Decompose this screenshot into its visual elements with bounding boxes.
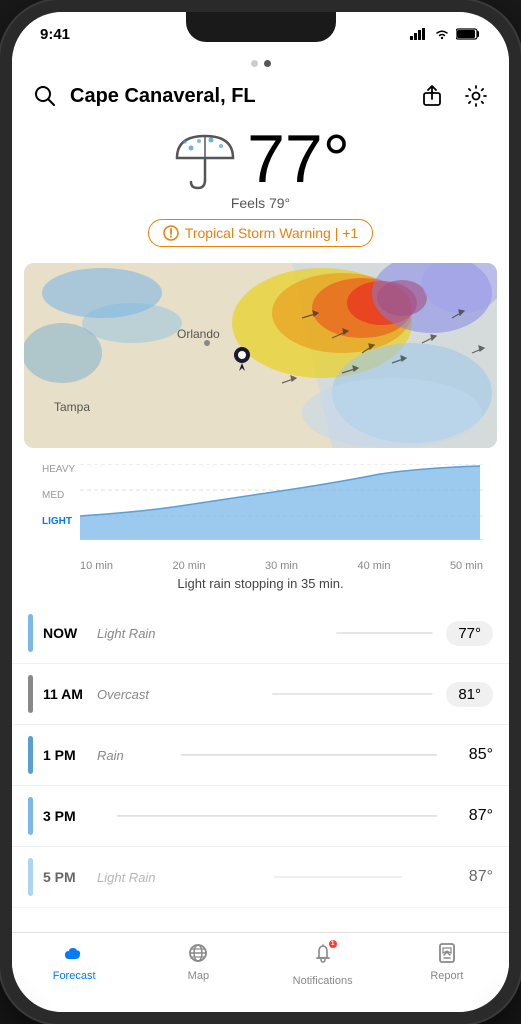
gear-icon xyxy=(464,84,488,108)
x-label-3: 40 min xyxy=(357,560,390,572)
hourly-temp-1: 81° xyxy=(446,682,493,707)
color-bar-2 xyxy=(28,736,33,774)
svg-text:Orlando: Orlando xyxy=(177,327,220,341)
list-item[interactable]: 1 PM Rain ———————————————— 85° xyxy=(12,725,509,786)
warning-icon xyxy=(163,225,179,241)
scroll-content[interactable]: Cape Canaveral, FL xyxy=(12,56,509,1012)
warning-badge[interactable]: Tropical Storm Warning | +1 xyxy=(148,219,373,247)
tab-label-report: Report xyxy=(430,970,463,982)
hourly-time-4: 5 PM xyxy=(43,869,87,885)
hourly-dash-0: —————— xyxy=(336,624,432,642)
list-item[interactable]: 11 AM Overcast —————————— 81° xyxy=(12,664,509,725)
list-item[interactable]: 3 PM ———————————————————— 87° xyxy=(12,786,509,847)
pagination-dots xyxy=(12,56,509,73)
dot-2 xyxy=(264,60,271,67)
notch xyxy=(186,12,336,42)
phone-screen: 9:41 xyxy=(12,12,509,1012)
header: Cape Canaveral, FL xyxy=(12,73,509,121)
phone-frame: 9:41 xyxy=(0,0,521,1024)
tab-label-forecast: Forecast xyxy=(53,970,96,982)
hourly-time-2: 1 PM xyxy=(43,747,87,763)
list-item[interactable]: 5 PM Light Rain ———————— 87° xyxy=(12,847,509,908)
dot-1 xyxy=(251,60,258,67)
search-icon xyxy=(34,85,56,107)
hourly-temp-3: 87° xyxy=(451,807,493,825)
temperature-display: 77° xyxy=(247,125,350,193)
hourly-condition-1: Overcast xyxy=(97,687,258,702)
header-right xyxy=(415,79,493,113)
share-button[interactable] xyxy=(415,79,449,113)
hourly-list: NOW Light Rain —————— 77° 11 AM Overcast… xyxy=(12,603,509,968)
tab-map[interactable]: Map xyxy=(136,941,260,982)
hourly-condition-0: Light Rain xyxy=(97,626,322,641)
hourly-temp-0: 77° xyxy=(446,621,493,646)
rain-chart-container: HEAVY MED LIGHT xyxy=(12,456,509,603)
hourly-dash-4: ———————— xyxy=(274,868,437,886)
color-bar-4 xyxy=(28,858,33,896)
list-item[interactable]: NOW Light Rain —————— 77° xyxy=(12,603,509,664)
hourly-temp-2: 85° xyxy=(451,746,493,764)
tab-bar: Forecast Map xyxy=(12,932,509,1012)
color-bar-3 xyxy=(28,797,33,835)
wifi-icon xyxy=(434,28,450,40)
chart-x-labels: 10 min 20 min 30 min 40 min 50 min xyxy=(28,556,493,572)
hourly-dash-1: —————————— xyxy=(272,685,432,703)
warning-text: Tropical Storm Warning | +1 xyxy=(185,225,358,241)
notification-badge: 1 xyxy=(328,939,338,949)
hourly-condition-4: Light Rain xyxy=(97,870,260,885)
x-label-0: 10 min xyxy=(80,560,113,572)
svg-text:Tampa: Tampa xyxy=(54,400,90,414)
color-bar-1 xyxy=(28,675,33,713)
map-icon xyxy=(185,941,211,967)
status-icons xyxy=(410,28,481,40)
status-time: 9:41 xyxy=(40,26,70,43)
hourly-temp-4: 87° xyxy=(451,868,493,886)
map-container[interactable]: Orlando Tampa xyxy=(24,263,497,448)
tab-report[interactable]: Report xyxy=(385,941,509,982)
share-icon xyxy=(421,85,443,107)
feels-like: Feels 79° xyxy=(231,195,290,211)
status-bar: 9:41 xyxy=(12,12,509,56)
umbrella-icon xyxy=(171,128,239,190)
color-bar-0 xyxy=(28,614,33,652)
chart-label-heavy: HEAVY xyxy=(42,464,75,475)
forecast-icon xyxy=(61,941,87,967)
location-text: Cape Canaveral, FL xyxy=(70,85,256,108)
signal-icon xyxy=(410,28,428,40)
weather-icon-temp: 77° xyxy=(171,125,350,193)
rain-chart-wrapper: HEAVY MED LIGHT xyxy=(28,456,493,556)
weather-main: 77° Feels 79° Tropical Storm Warning | +… xyxy=(12,121,509,263)
settings-button[interactable] xyxy=(459,79,493,113)
hourly-time-3: 3 PM xyxy=(43,808,87,824)
hourly-dash-2: ———————————————— xyxy=(181,746,437,764)
rain-chart-svg xyxy=(80,464,483,540)
tab-label-map: Map xyxy=(188,970,209,982)
notification-count: 1 xyxy=(331,941,334,947)
hourly-time-0: NOW xyxy=(43,625,87,641)
hourly-dash-3: ———————————————————— xyxy=(117,807,437,825)
weather-map: Orlando Tampa xyxy=(24,263,497,448)
x-label-4: 50 min xyxy=(450,560,483,572)
x-label-1: 20 min xyxy=(172,560,205,572)
search-button[interactable] xyxy=(28,79,62,113)
notifications-icon-container: 1 xyxy=(310,941,336,972)
rain-summary: Light rain stopping in 35 min. xyxy=(28,572,493,599)
header-location[interactable]: Cape Canaveral, FL xyxy=(28,79,256,113)
x-label-2: 30 min xyxy=(265,560,298,572)
chart-label-light: LIGHT xyxy=(42,516,72,527)
chart-label-med: MED xyxy=(42,490,64,501)
hourly-time-1: 11 AM xyxy=(43,686,87,702)
tab-label-notifications: Notifications xyxy=(293,975,353,987)
hourly-condition-2: Rain xyxy=(97,748,167,763)
battery-icon xyxy=(456,28,481,40)
tab-forecast[interactable]: Forecast xyxy=(12,941,136,982)
report-icon xyxy=(434,941,460,967)
tab-notifications[interactable]: 1 Notifications xyxy=(261,941,385,987)
